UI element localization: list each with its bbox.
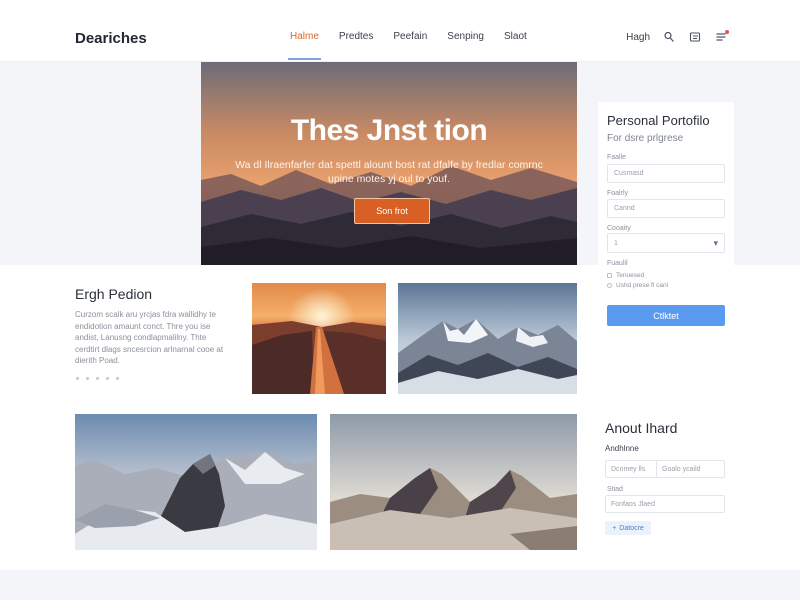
about-action-button[interactable]: + Datocre <box>605 521 651 535</box>
hero-banner: Thes Jnst tion Wa dl Ilraenfarfer dat sp… <box>201 62 577 265</box>
plus-icon: + <box>612 524 617 532</box>
nav-item-slaot[interactable]: Slaot <box>504 31 527 60</box>
field-label-name: Faalle <box>607 154 627 161</box>
carousel-dot[interactable] <box>76 377 79 380</box>
form-title: Personal Portofilo <box>607 113 710 128</box>
hero-subtitle: Wa dl Ilraenfarfer dat spettl alount bos… <box>235 159 543 185</box>
checkbox-row[interactable]: Tenuesed <box>607 272 644 279</box>
nav-item-peefain[interactable]: Peefain <box>393 31 427 60</box>
utility-bar: Hagh <box>626 30 729 44</box>
about-input-second[interactable]: Goalo ycaild <box>656 460 725 478</box>
intro-text: Curzom scalk aru yrcjas fdra wallidhy te… <box>75 310 224 365</box>
top-navigation-bar: Deariches Halme Predtes Peefain Senping … <box>0 0 800 62</box>
intro-heading: Ergh Pedion <box>75 286 153 302</box>
family-input-placeholder: Cannd <box>614 205 635 212</box>
checkbox-label: Tenuesed <box>616 272 645 279</box>
dune-peaks-photo[interactable] <box>330 414 577 550</box>
about-action-label: Datocre <box>619 524 644 532</box>
carousel-dot[interactable] <box>106 377 109 380</box>
nav-item-home[interactable]: Halme <box>288 31 321 60</box>
list-icon[interactable] <box>688 30 702 44</box>
menu-icon[interactable] <box>714 30 729 44</box>
chevron-down-icon: ▾ <box>713 237 718 248</box>
options-label: Fuaulil <box>607 260 628 267</box>
radio-row[interactable]: Ushd prese fl canl <box>607 282 668 289</box>
desert-sunset-photo[interactable] <box>252 283 386 394</box>
nav-item-senping[interactable]: Senping <box>447 31 484 60</box>
name-input[interactable]: Cusmasd <box>607 164 725 183</box>
family-input[interactable]: Cannd <box>607 199 725 218</box>
country-select-value: 1 <box>614 239 618 247</box>
form-subtitle: For dsre prlgrese <box>607 133 684 144</box>
utility-link[interactable]: Hagh <box>626 32 650 43</box>
notification-dot <box>725 30 729 34</box>
hero-cta-button[interactable]: Son frot <box>354 198 430 224</box>
hero-title: Thes Jnst tion <box>290 114 488 147</box>
carousel-dots <box>76 377 119 380</box>
carousel-dot[interactable] <box>86 377 89 380</box>
country-select[interactable]: 1 ▾ <box>607 233 725 253</box>
user-icon[interactable] <box>662 30 676 44</box>
brand-logo[interactable]: Deariches <box>75 30 147 47</box>
about-field-label: Stiad <box>607 486 623 493</box>
about-subtitle: Andhlnne <box>605 444 639 453</box>
about-long-input[interactable]: Fonfaos Jlaed <box>605 495 725 513</box>
nav-item-predtes[interactable]: Predtes <box>339 31 373 60</box>
about-input-first[interactable]: Dcnmey lls <box>605 460 657 478</box>
carousel-dot[interactable] <box>96 377 99 380</box>
about-input-first-placeholder: Dcnmey lls <box>611 465 646 473</box>
radio-button[interactable] <box>607 283 612 288</box>
field-label-family: Foalrly <box>607 190 629 197</box>
snowy-mountains-photo[interactable] <box>398 283 577 394</box>
radio-label: Ushd prese fl canl <box>616 282 669 289</box>
field-label-country: Cooaity <box>607 225 631 232</box>
about-long-input-placeholder: Fonfaos Jlaed <box>611 500 655 508</box>
about-input-second-placeholder: Goalo ycaild <box>662 465 701 473</box>
rocky-peak-photo[interactable] <box>75 414 317 550</box>
carousel-dot[interactable] <box>116 377 119 380</box>
checkbox[interactable] <box>607 273 612 278</box>
about-heading: Anout Ihard <box>605 420 678 436</box>
main-nav: Halme Predtes Peefain Senping Slaot <box>288 31 527 60</box>
contact-submit-button[interactable]: Ctlktet <box>607 305 725 326</box>
name-input-placeholder: Cusmasd <box>614 170 644 177</box>
